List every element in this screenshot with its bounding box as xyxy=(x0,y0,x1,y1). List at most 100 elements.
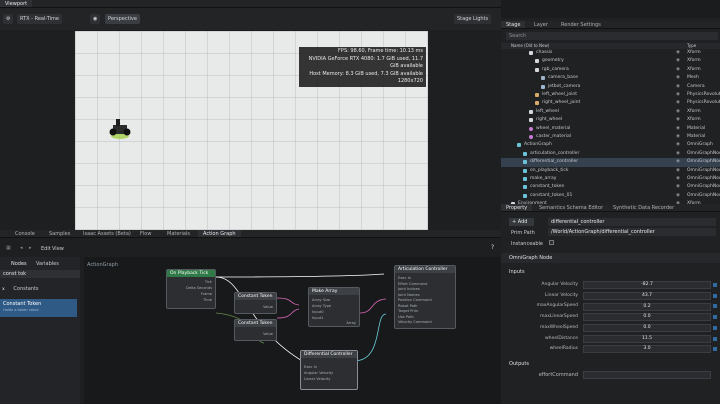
tab-render-settings[interactable]: Render Settings xyxy=(556,21,606,28)
visibility-eye-icon[interactable]: ◉ xyxy=(676,141,680,149)
node-constant-token-1[interactable]: Constant Token Value xyxy=(234,292,277,314)
keyframe-icon[interactable] xyxy=(713,283,717,287)
input-value-field[interactable]: 3.0 xyxy=(583,345,711,354)
prim-path-field[interactable]: /World/ActionGraph/differential_controll… xyxy=(548,228,716,236)
keyframe-icon[interactable] xyxy=(713,336,717,341)
node-articulation-controller[interactable]: Articulation Controller Exec In Effort C… xyxy=(394,265,456,329)
palette-category[interactable]: 𝑥 Constants xyxy=(2,283,78,295)
pin-tick[interactable]: Tick xyxy=(205,280,212,284)
stage-lights-dropdown[interactable]: Stage Lights xyxy=(454,14,492,24)
pin-delta-seconds[interactable]: Delta Seconds xyxy=(186,286,212,290)
tab-semantics-schema-editor[interactable]: Semantics Schema Editor xyxy=(534,204,608,211)
node-on-playback-tick[interactable]: On Playback Tick Tick Delta Seconds Fram… xyxy=(166,269,216,309)
stage-row-left-wheel[interactable]: left_wheel ◉ Xform xyxy=(501,108,720,116)
visibility-eye-icon[interactable]: ◉ xyxy=(676,91,680,99)
pin-robot-path[interactable]: Robot Path xyxy=(398,304,417,308)
visibility-eye-icon[interactable]: ◉ xyxy=(676,150,680,158)
visibility-eye-icon[interactable]: ◉ xyxy=(676,108,680,116)
input-value-field[interactable]: 0.0 xyxy=(583,324,711,333)
visibility-eye-icon[interactable]: ◉ xyxy=(676,66,680,74)
tab-flow[interactable]: Flow xyxy=(135,230,156,237)
input-value-field[interactable]: 43.7 xyxy=(583,291,711,300)
stage-row-differential-controller[interactable]: differential_controller ◉ OmniGraphNode xyxy=(501,158,720,167)
pin-joint-names[interactable]: Joint Names xyxy=(398,293,420,297)
pin-array-size[interactable]: Array Size xyxy=(312,298,330,302)
pin-position-command[interactable]: Position Command xyxy=(398,298,432,302)
visibility-eye-icon[interactable]: ◉ xyxy=(676,133,680,141)
settings-icon[interactable]: ⚙ xyxy=(3,14,14,24)
pin-velocity-command[interactable]: Velocity Command xyxy=(398,320,432,324)
stage-row-rgb-camera[interactable]: rgb_camera ◉ Xform xyxy=(501,66,720,74)
tab-layer[interactable]: Layer xyxy=(529,21,553,28)
tab-samples[interactable]: Samples xyxy=(44,230,75,237)
tab-materials[interactable]: Materials xyxy=(162,230,195,237)
pin-input1[interactable]: Input1 xyxy=(312,316,324,320)
stage-row-constant-token[interactable]: constant_token ◉ OmniGraphNode xyxy=(501,183,720,191)
keyframe-icon[interactable] xyxy=(713,293,717,298)
stage-row-constant-token-01[interactable]: constant_token_01 ◉ OmniGraphNode xyxy=(501,192,720,200)
prim-name-field[interactable]: differential_controller xyxy=(548,218,716,226)
keyframe-icon[interactable] xyxy=(713,315,717,320)
visibility-eye-icon[interactable]: ◉ xyxy=(676,74,680,82)
stage-search-input[interactable]: Search xyxy=(506,32,718,40)
stage-row-make-array[interactable]: make_array ◉ OmniGraphNode xyxy=(501,175,720,183)
section-omnigraph-node[interactable]: OmniGraph Node xyxy=(501,253,720,263)
node-constant-token-2[interactable]: Constant Token Value xyxy=(234,319,277,341)
pin-joint-indices[interactable]: Joint Indices xyxy=(398,287,420,291)
jetbot-robot[interactable] xyxy=(105,116,135,141)
pin-exec-in[interactable]: Exec In xyxy=(398,276,411,280)
add-button[interactable]: + Add xyxy=(509,218,534,226)
visibility-eye-icon[interactable]: ◉ xyxy=(676,57,680,65)
visibility-eye-icon[interactable]: ◉ xyxy=(676,175,680,183)
pin-value[interactable]: Value xyxy=(263,332,273,336)
keyframe-icon[interactable] xyxy=(713,304,717,309)
eye-icon[interactable]: ◉ xyxy=(90,14,101,24)
input-value-field[interactable]: -82.7 xyxy=(583,281,711,290)
pin-array[interactable]: Array xyxy=(346,321,356,325)
pin-linear-velocity[interactable]: Linear Velocity xyxy=(304,377,330,381)
variables-tab[interactable]: Variables xyxy=(36,261,59,267)
section-inputs[interactable]: Inputs xyxy=(501,267,720,277)
viewport-canvas[interactable]: FPS: 98.60, Frame time: 10.13 ms NVIDIA … xyxy=(75,31,428,230)
chevron-left-icon[interactable]: ◂ xyxy=(20,245,23,251)
pin-exec-in[interactable]: Exec In xyxy=(304,365,317,369)
pin-input0[interactable]: Input0 xyxy=(312,310,324,314)
stage-row-actiongraph[interactable]: ActionGraph ◉ OmniGraph xyxy=(501,141,720,149)
help-icon[interactable]: ? xyxy=(491,244,494,251)
chevron-right-icon[interactable]: ▸ xyxy=(29,245,32,251)
tab-viewport[interactable]: Viewport xyxy=(0,0,33,7)
visibility-eye-icon[interactable]: ◉ xyxy=(676,192,680,200)
visibility-eye-icon[interactable]: ◉ xyxy=(676,158,680,166)
node-differential-controller[interactable]: Differential Controller Exec In Angular … xyxy=(300,350,358,390)
tab-console[interactable]: Console xyxy=(10,230,40,237)
visibility-eye-icon[interactable]: ◉ xyxy=(676,167,680,175)
pin-frame[interactable]: Frame xyxy=(201,292,212,296)
tab-stage[interactable]: Stage xyxy=(501,21,526,28)
visibility-eye-icon[interactable]: ◉ xyxy=(676,99,680,107)
stage-row-right-wheel-joint[interactable]: right_wheel_joint ◉ PhysicsRevolute xyxy=(501,99,720,107)
pin-value[interactable]: Value xyxy=(263,305,273,309)
keyframe-icon[interactable] xyxy=(713,347,717,352)
visibility-eye-icon[interactable]: ◉ xyxy=(676,125,680,133)
tab-synthetic-data-recorder[interactable]: Synthetic Data Recorder xyxy=(608,204,679,211)
node-search-input[interactable]: const tok xyxy=(0,270,80,278)
input-value-field[interactable]: 11.5 xyxy=(583,334,711,343)
pin-time[interactable]: Time xyxy=(203,298,212,302)
node-make-array[interactable]: Make Array Array Size Array Type Input0 … xyxy=(308,287,360,327)
nodes-tab[interactable]: Nodes xyxy=(11,261,27,267)
pin-effort-command[interactable]: Effort Command xyxy=(398,282,427,286)
stage-row-right-wheel[interactable]: right_wheel ◉ Xform xyxy=(501,116,720,124)
stage-row-left-wheel-joint[interactable]: left_wheel_joint ◉ PhysicsRevolute xyxy=(501,91,720,99)
palette-item-constant-token[interactable]: Constant Token Holds a token value xyxy=(0,299,77,317)
stage-row-geometry[interactable]: geometry ◉ Xform xyxy=(501,57,720,65)
grid-icon[interactable]: ▦ xyxy=(6,245,11,251)
stage-row-jetbot-camera[interactable]: jetbot_camera ◉ Camera xyxy=(501,83,720,91)
keyframe-icon[interactable] xyxy=(713,325,717,330)
visibility-eye-icon[interactable]: ◉ xyxy=(676,183,680,191)
pin-array-type[interactable]: Array Type xyxy=(312,304,331,308)
output-field[interactable] xyxy=(583,371,711,379)
section-outputs[interactable]: Outputs xyxy=(501,359,720,369)
instanceable-checkbox[interactable] xyxy=(549,240,554,245)
stage-row-wheel-material[interactable]: wheel_material ◉ Material xyxy=(501,125,720,133)
stage-row-on-playback-tick[interactable]: on_playback_tick ◉ OmniGraphNode xyxy=(501,167,720,175)
